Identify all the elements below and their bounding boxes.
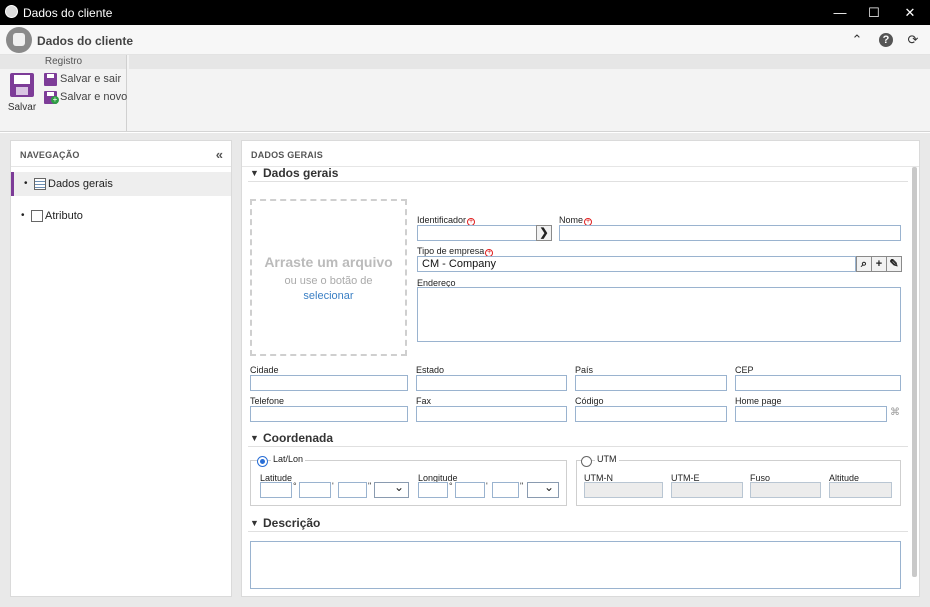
- endereco-textarea[interactable]: [417, 287, 901, 342]
- utm-label: UTM: [595, 454, 619, 464]
- bullet: •: [21, 210, 25, 221]
- second-symbol: ": [368, 481, 372, 491]
- nav-item-atributo[interactable]: • Atributo: [11, 204, 231, 228]
- pais-input[interactable]: [575, 375, 727, 391]
- save-icon: [10, 73, 34, 97]
- window-title: Dados do cliente: [23, 6, 113, 20]
- dropzone-title: Arraste um arquivo: [264, 254, 393, 270]
- longitude-seconds-input[interactable]: [492, 482, 519, 498]
- minimize-button[interactable]: —: [822, 0, 858, 25]
- select-file-link[interactable]: selecionar: [252, 290, 405, 302]
- estado-input[interactable]: [416, 375, 567, 391]
- go-arrow-button[interactable]: ❯: [536, 225, 552, 241]
- latlon-label: Lat/Lon: [271, 454, 306, 464]
- bullet: •: [24, 178, 28, 189]
- estado-label: Estado: [416, 365, 445, 375]
- binoculars-icon[interactable]: ⌘: [889, 407, 901, 421]
- save-new-label: Salvar e novo: [60, 91, 128, 103]
- utm-n-input: [584, 482, 663, 498]
- navigation-header: NAVEGAÇÃO: [11, 141, 231, 167]
- save-new-button[interactable]: Salvar e novo: [44, 90, 128, 105]
- file-dropzone[interactable]: Arraste um arquivo ou use o botão de sel…: [250, 199, 407, 356]
- close-button[interactable]: ✕: [892, 0, 928, 25]
- search-button[interactable]: ⌕: [856, 256, 872, 272]
- longitude-degrees-input[interactable]: [418, 482, 448, 498]
- telefone-label: Telefone: [250, 396, 285, 406]
- refresh-icon[interactable]: ⟳: [904, 31, 922, 49]
- altitude-input: [829, 482, 892, 498]
- save-new-icon: [44, 91, 59, 104]
- homepage-label: Home page: [735, 396, 782, 406]
- utm-radio[interactable]: [581, 456, 592, 467]
- latitude-direction-select[interactable]: [374, 480, 409, 498]
- section-dados-gerais[interactable]: ▼ Dados gerais: [248, 166, 908, 182]
- cidade-label: Cidade: [250, 365, 279, 375]
- latitude-minutes-input[interactable]: [299, 482, 331, 498]
- section-coordenada[interactable]: ▼ Coordenada: [248, 431, 908, 447]
- page-title: Dados do cliente: [37, 34, 134, 48]
- add-button[interactable]: +: [871, 256, 887, 272]
- homepage-input[interactable]: [735, 406, 887, 422]
- document-icon: [31, 210, 43, 222]
- utm-e-input: [671, 482, 743, 498]
- cep-input[interactable]: [735, 375, 901, 391]
- nav-item-label: Atributo: [45, 210, 83, 222]
- degree-symbol: °: [293, 481, 297, 491]
- fuso-input: [750, 482, 821, 498]
- latitude-degrees-input[interactable]: [260, 482, 292, 498]
- ribbon-label-bar: [129, 55, 930, 69]
- section-title: Coordenada: [263, 431, 334, 445]
- toolbar-ribbon: Registro Salvar Salvar e sair Salvar e n…: [0, 55, 930, 132]
- save-label: Salvar: [7, 102, 37, 113]
- cidade-input[interactable]: [250, 375, 408, 391]
- save-button[interactable]: Salvar: [5, 72, 39, 114]
- codigo-label: Código: [575, 396, 604, 406]
- codigo-input[interactable]: [575, 406, 727, 422]
- collapse-triangle-icon: ▼: [250, 518, 259, 528]
- collapse-triangle-icon: ▼: [250, 433, 259, 443]
- longitude-minutes-input[interactable]: [455, 482, 485, 498]
- identificador-input[interactable]: [417, 225, 539, 241]
- nome-input[interactable]: [559, 225, 901, 241]
- save-exit-button[interactable]: Salvar e sair: [44, 72, 124, 87]
- tipo-empresa-input[interactable]: CM - Company: [417, 256, 856, 272]
- ribbon-group-label: Registro: [0, 55, 127, 69]
- app-icon: [5, 5, 18, 18]
- pais-label: País: [575, 365, 594, 375]
- descricao-textarea[interactable]: [250, 541, 901, 589]
- degree-symbol: °: [449, 481, 453, 491]
- latlon-radio[interactable]: [257, 456, 268, 467]
- logo-icon: [6, 27, 32, 53]
- main-panel: DADOS GERAIS ▼ Dados gerais Arraste um a…: [241, 140, 920, 597]
- save-exit-icon: [44, 73, 57, 86]
- main-header: DADOS GERAIS: [242, 141, 919, 167]
- minute-symbol: ': [486, 481, 488, 491]
- fax-input[interactable]: [416, 406, 567, 422]
- list-icon: [34, 178, 46, 190]
- cep-label: CEP: [735, 365, 754, 375]
- help-icon[interactable]: ?: [879, 33, 893, 47]
- navigation-panel: NAVEGAÇÃO « • Dados gerais • Atributo: [10, 140, 232, 597]
- section-descricao[interactable]: ▼ Descrição: [248, 516, 908, 532]
- page-header: Dados do cliente ⌃ ? ⟳: [0, 25, 930, 55]
- section-title: Dados gerais: [263, 166, 339, 180]
- section-title: Descrição: [263, 516, 321, 530]
- clear-button[interactable]: ✎: [886, 256, 902, 272]
- window-titlebar: Dados do cliente — ☐ ✕: [0, 0, 930, 25]
- collapse-triangle-icon: ▼: [250, 168, 259, 178]
- collapse-up-icon[interactable]: ⌃: [848, 31, 866, 49]
- latitude-seconds-input[interactable]: [338, 482, 367, 498]
- collapse-panel-icon[interactable]: «: [216, 147, 223, 162]
- vertical-scrollbar[interactable]: [912, 167, 917, 577]
- nav-item-dados-gerais[interactable]: • Dados gerais: [11, 172, 231, 196]
- second-symbol: ": [520, 481, 524, 491]
- fax-label: Fax: [416, 396, 432, 406]
- minute-symbol: ': [332, 481, 334, 491]
- nav-item-label: Dados gerais: [48, 178, 113, 190]
- longitude-direction-select[interactable]: [527, 480, 559, 498]
- maximize-button[interactable]: ☐: [856, 0, 892, 25]
- save-exit-label: Salvar e sair: [60, 73, 122, 85]
- dropzone-subtitle: ou use o botão de: [284, 275, 373, 287]
- telefone-input[interactable]: [250, 406, 408, 422]
